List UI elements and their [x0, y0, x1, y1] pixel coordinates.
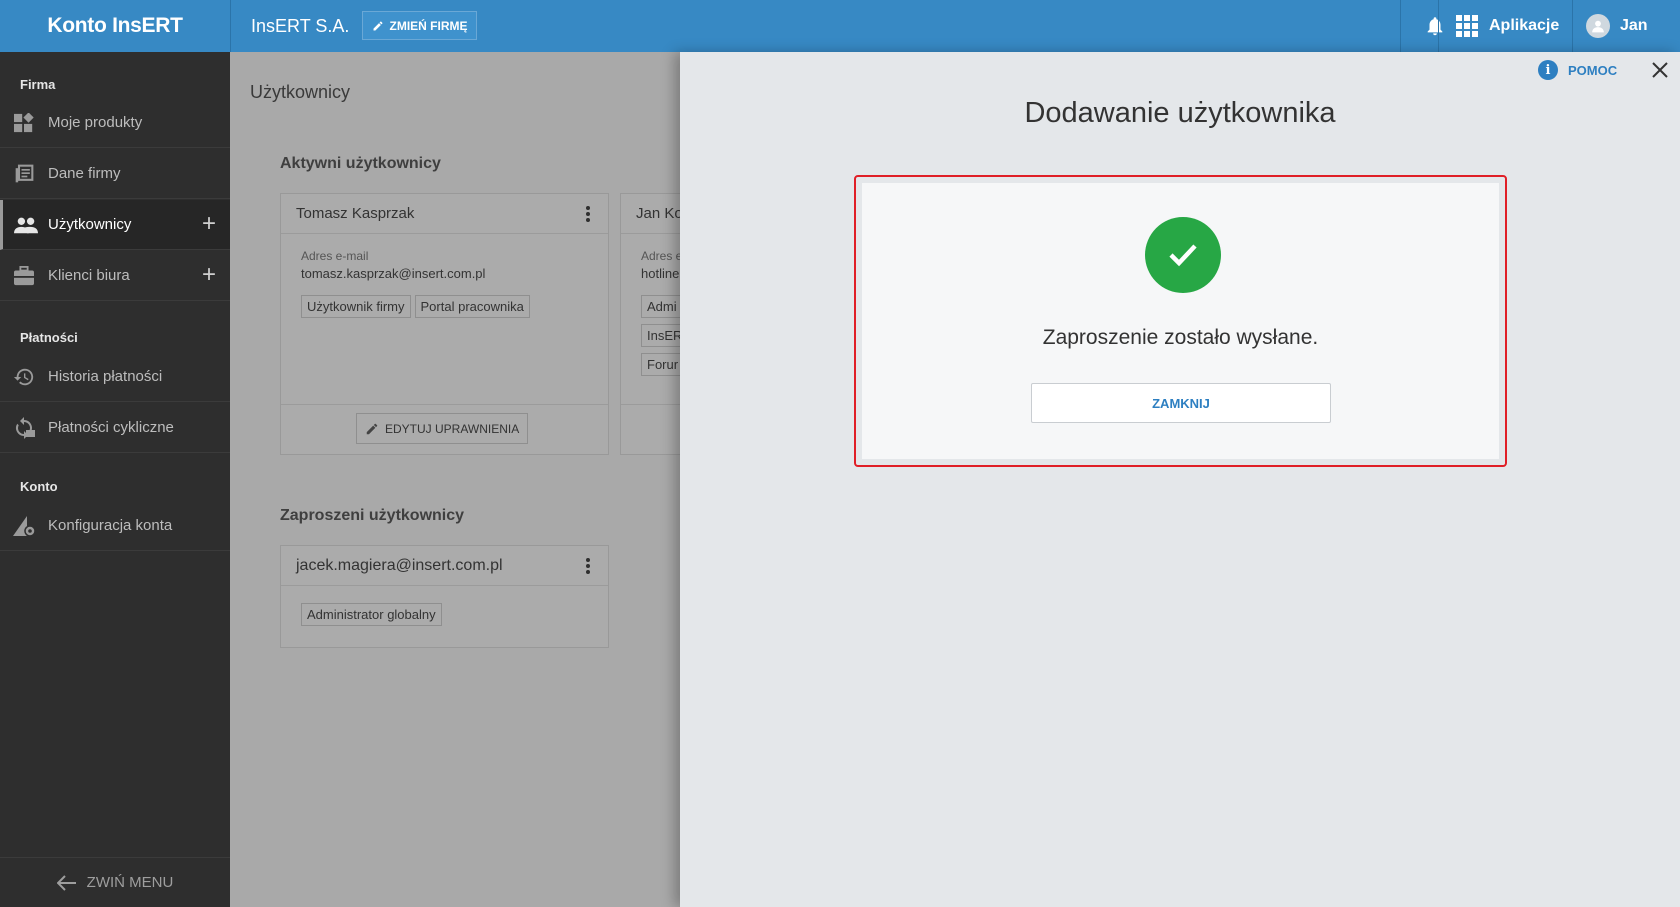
- sidebar-item-products[interactable]: Moje produkty: [0, 98, 230, 148]
- section-title-firma: Firma: [20, 77, 56, 92]
- role-tag: Forur: [641, 353, 680, 376]
- sidebar-item-recurring-payments[interactable]: Płatności cykliczne: [0, 403, 230, 453]
- user-card: Jan Ko Adres e hotline Admi InsER Forur: [620, 193, 680, 455]
- panel-title: Dodawanie użytkownika: [1024, 97, 1336, 129]
- add-user-panel: i POMOC Dodawanie użytkownika Zaproszeni…: [680, 52, 1680, 907]
- grid-icon: [1456, 15, 1478, 37]
- role-tag: Administrator globalny: [301, 603, 442, 626]
- briefcase-icon: [0, 265, 48, 286]
- success-dialog: Zaproszenie zostało wysłane. ZAMKNIJ: [854, 175, 1507, 467]
- sidebar-item-label: Moje produkty: [48, 114, 143, 131]
- email-label: Adres e-mail: [301, 249, 369, 263]
- company-name: InsERT S.A.: [251, 15, 350, 36]
- section-title-account: Konto: [20, 479, 58, 494]
- sidebar-item-label: Klienci biura: [48, 267, 130, 284]
- collapse-menu-label: ZWIŃ MENU: [86, 874, 174, 891]
- divider: [621, 404, 680, 405]
- sidebar-item-label: Użytkownicy: [48, 216, 132, 233]
- active-users-heading: Aktywni użytkownicy: [280, 155, 441, 172]
- history-icon: [0, 366, 48, 388]
- sidebar-item-office-clients[interactable]: Klienci biura +: [0, 251, 230, 301]
- sidebar-item-users[interactable]: Użytkownicy +: [0, 200, 230, 250]
- users-icon: [3, 216, 48, 234]
- sidebar-item-label: Dane firmy: [48, 165, 121, 182]
- add-user-icon[interactable]: +: [202, 212, 216, 236]
- collapse-menu-button[interactable]: ZWIŃ MENU: [0, 857, 230, 907]
- sidebar-item-company-data[interactable]: Dane firmy: [0, 149, 230, 199]
- success-message: Zaproszenie zostało wysłane.: [1042, 326, 1319, 349]
- role-tag: Admi: [641, 295, 680, 318]
- sidebar-item-payment-history[interactable]: Historia płatności: [0, 352, 230, 402]
- pencil-icon: [373, 20, 382, 30]
- change-company-button[interactable]: ZMIEŃ FIRMĘ: [362, 11, 477, 40]
- divider: [230, 0, 231, 52]
- brand-logo[interactable]: Konto InsERT: [0, 0, 230, 52]
- edit-permissions-label: EDYTUJ UPRAWNIENIA: [385, 421, 520, 436]
- user-name: Jan: [1620, 17, 1648, 34]
- products-icon: [0, 112, 48, 133]
- sidebar-item-label: Historia płatności: [48, 368, 163, 385]
- more-options-icon[interactable]: [586, 558, 590, 574]
- user-menu-button[interactable]: Jan: [1586, 0, 1648, 52]
- account-config-icon: [0, 515, 48, 537]
- recurring-payments-icon: [0, 416, 48, 440]
- user-icon: [1592, 20, 1604, 33]
- close-dialog-button[interactable]: ZAMKNIJ: [1031, 383, 1331, 423]
- user-card-name: Tomasz Kasprzak: [296, 205, 415, 222]
- role-tag: Użytkownik firmy: [301, 295, 411, 318]
- sidebar-item-label: Konfiguracja konta: [48, 517, 173, 534]
- page-title: Użytkownicy: [250, 82, 351, 102]
- bell-icon: [1427, 17, 1443, 36]
- divider: [281, 404, 608, 405]
- add-client-icon[interactable]: +: [202, 263, 216, 287]
- edit-permissions-button[interactable]: EDYTUJ UPRAWNIENIA: [356, 413, 529, 444]
- sidebar-item-label: Płatności cykliczne: [48, 419, 174, 436]
- invited-users-heading: Zaproszeni użytkownicy: [280, 507, 465, 524]
- role-tag: Portal pracownika: [414, 295, 530, 318]
- help-label: POMOC: [1568, 62, 1618, 78]
- help-link[interactable]: i POMOC: [1538, 60, 1617, 80]
- sidebar-item-account-config[interactable]: Konfiguracja konta: [0, 501, 230, 551]
- close-icon[interactable]: [1648, 58, 1672, 82]
- user-email: hotline: [641, 266, 680, 281]
- top-bar: Konto InsERT InsERT S.A. ZMIEŃ FIRMĘ Apl…: [0, 0, 1680, 52]
- success-check-icon: [1145, 217, 1221, 293]
- change-company-label: ZMIEŃ FIRMĘ: [389, 18, 468, 33]
- more-options-icon[interactable]: [586, 206, 590, 222]
- main-content: Użytkownicy Aktywni użytkownicy Tomasz K…: [230, 52, 680, 907]
- divider: [1438, 0, 1439, 52]
- apps-label: Aplikacje: [1489, 17, 1560, 34]
- user-email: tomasz.kasprzak@insert.com.pl: [301, 266, 486, 281]
- user-card: Tomasz Kasprzak Adres e-mail tomasz.kasp…: [280, 193, 609, 455]
- company-data-icon: [0, 164, 48, 184]
- role-tag: InsER: [641, 324, 680, 347]
- section-title-payments: Płatności: [20, 330, 78, 345]
- avatar: [1586, 14, 1610, 38]
- divider: [1572, 0, 1573, 52]
- sidebar: Firma Moje produkty Dane firmy Użytkowni…: [0, 52, 230, 907]
- invited-user-card: jacek.magiera@insert.com.pl Administrato…: [280, 545, 609, 648]
- pencil-icon: [366, 423, 378, 434]
- user-card-name: Jan Ko: [636, 205, 680, 222]
- email-label: Adres e: [641, 249, 680, 263]
- invited-user-email: jacek.magiera@insert.com.pl: [296, 556, 503, 574]
- arrow-left-icon: [56, 874, 76, 891]
- apps-menu-button[interactable]: Aplikacje: [1455, 0, 1559, 52]
- info-icon: i: [1538, 60, 1558, 80]
- success-dialog-body: Zaproszenie zostało wysłane. ZAMKNIJ: [862, 183, 1499, 459]
